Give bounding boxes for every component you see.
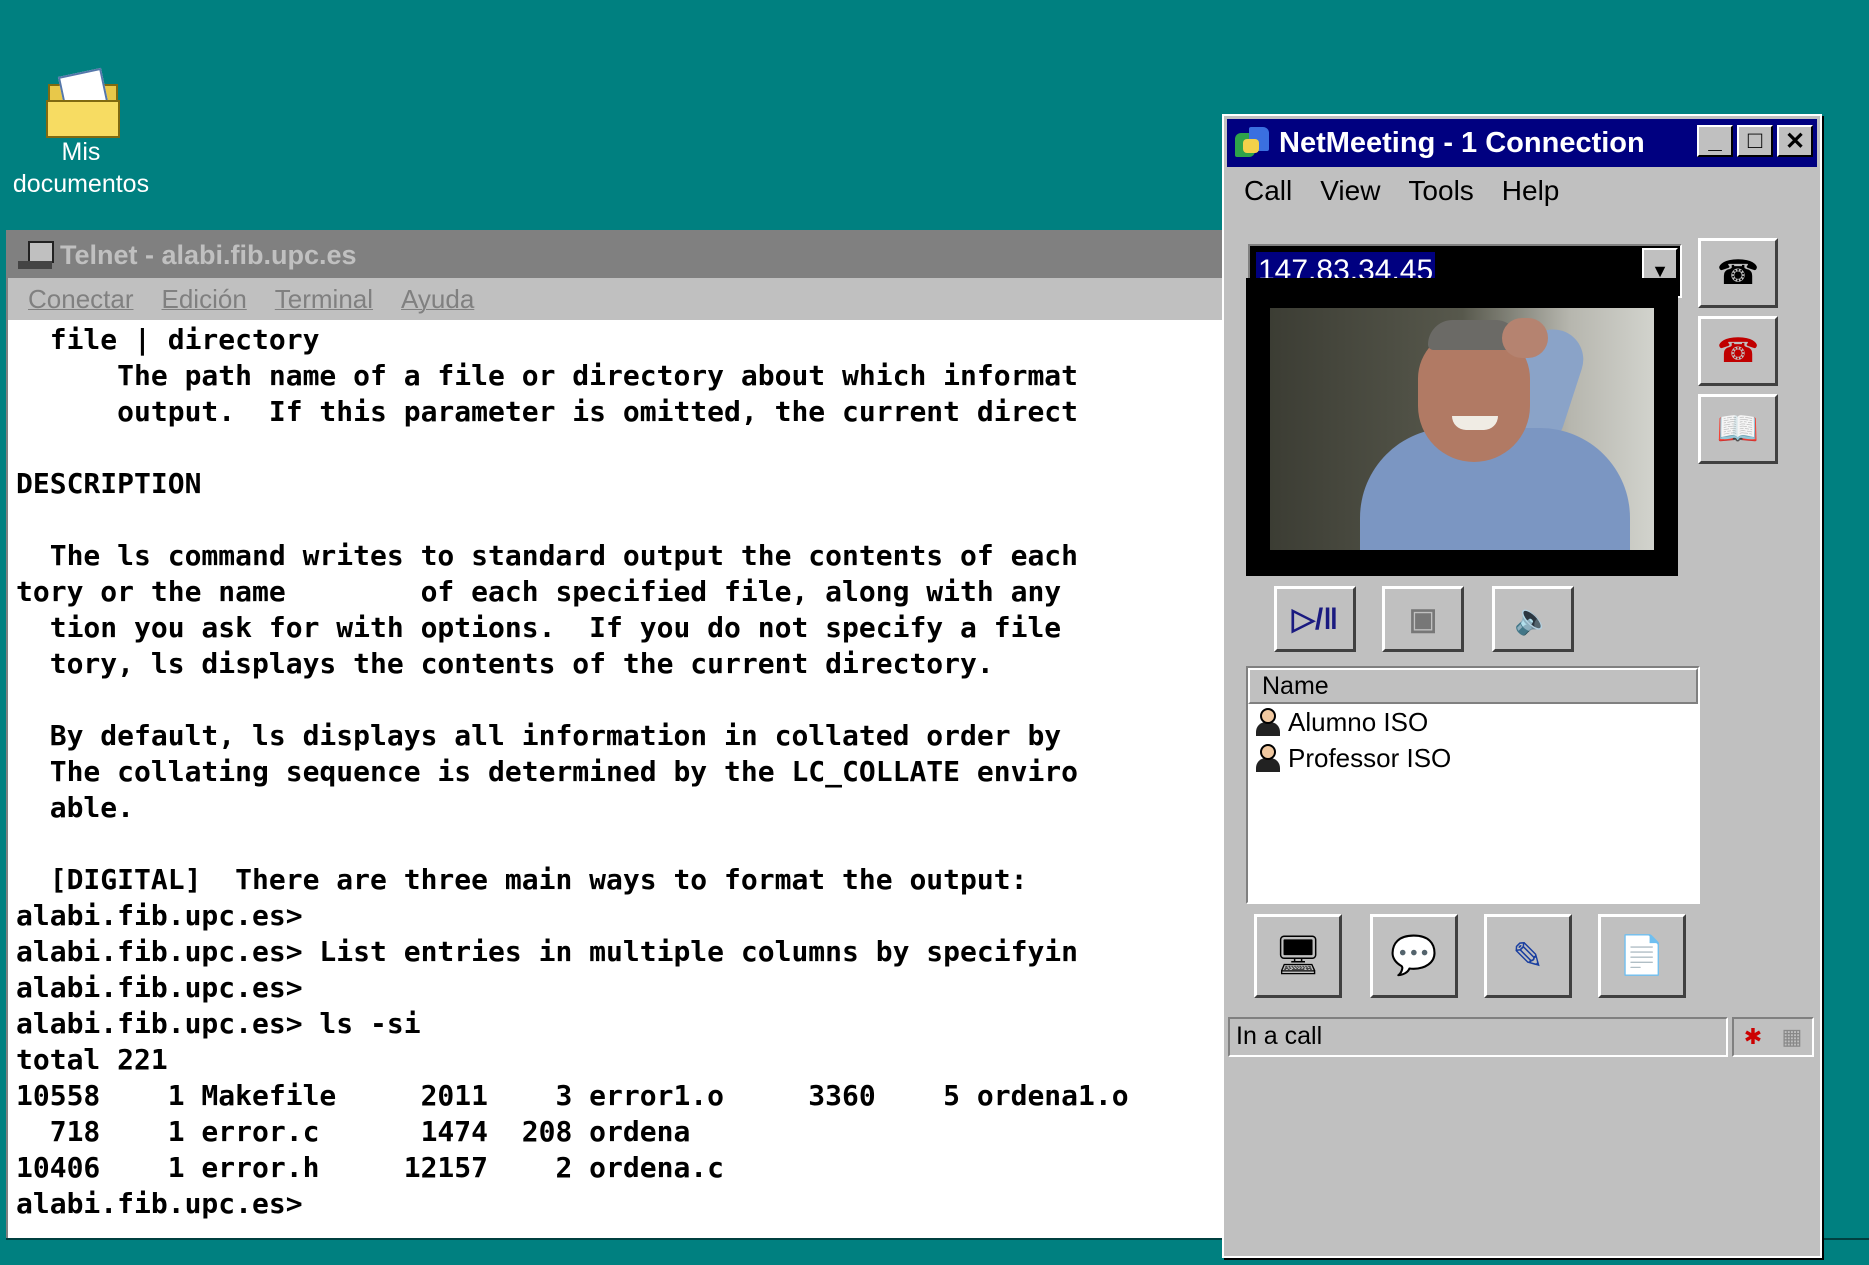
terminal-line: 718 1 error.c 1474 208 ordena xyxy=(16,1115,691,1148)
netmeeting-title-bar[interactable]: NetMeeting - 1 Connection _ □ ✕ xyxy=(1227,119,1817,167)
play-pause-icon: ▷/‖ xyxy=(1291,602,1339,636)
audio-tuning-button[interactable]: 🔈 xyxy=(1492,586,1574,652)
telnet-menu-conectar[interactable]: Conectar xyxy=(28,284,134,315)
desktop-icon-mis-documentos[interactable]: Mis documentos xyxy=(6,67,156,200)
terminal-line: DESCRIPTION xyxy=(16,467,202,500)
terminal-line: alabi.fib.upc.es> xyxy=(16,1187,303,1220)
terminal-line: output. If this parameter is omitted, th… xyxy=(16,395,1079,428)
netmeeting-title: NetMeeting - 1 Connection xyxy=(1279,126,1645,159)
terminal-line: By default, ls displays all information … xyxy=(16,719,1062,752)
terminal-line: total 221 xyxy=(16,1043,168,1076)
list-item[interactable]: Alumno ISO xyxy=(1248,704,1698,740)
status-text: In a call xyxy=(1228,1017,1728,1057)
terminal-line: [DIGITAL] There are three main ways to f… xyxy=(16,863,1028,896)
terminal-line: 10558 1 Makefile 2011 3 error1.o 3360 5 … xyxy=(16,1079,1129,1112)
terminal-line: file | directory xyxy=(16,323,320,356)
terminal-line: 10406 1 error.h 12157 2 ordena.c xyxy=(16,1151,725,1184)
telnet-title-bar[interactable]: Telnet - alabi.fib.upc.es xyxy=(8,232,1248,278)
audio-tuning-icon: 🔈 xyxy=(1514,602,1552,636)
status-icons: ✱ ▦ xyxy=(1732,1017,1814,1057)
file-transfer-button[interactable]: 📄 xyxy=(1598,914,1686,998)
participant-name: Professor ISO xyxy=(1288,742,1452,773)
whiteboard-button[interactable]: ✎ xyxy=(1484,914,1572,998)
play-pause-button[interactable]: ▷/‖ xyxy=(1274,586,1356,652)
netmeeting-menubar: Call View Tools Help xyxy=(1224,170,1820,212)
phone-dial-icon: ☎ xyxy=(1716,254,1760,292)
terminal-line: alabi.fib.upc.es> List entries in multip… xyxy=(16,935,1079,968)
participant-list[interactable]: Name Alumno ISO Professor ISO xyxy=(1246,666,1700,904)
maximize-icon: □ xyxy=(1747,127,1763,154)
person-icon xyxy=(1256,744,1280,772)
end-call-button[interactable]: ☎ xyxy=(1698,316,1778,386)
chat-icon: 💬 xyxy=(1390,935,1438,977)
terminal-line: tory, ls displays the contents of the cu… xyxy=(16,647,994,680)
maximize-button[interactable]: □ xyxy=(1737,125,1773,157)
minimize-icon: _ xyxy=(1708,127,1722,154)
terminal-line: tory or the name of each specified file,… xyxy=(16,575,1062,608)
network-icon: ✱ xyxy=(1743,1024,1763,1049)
status-bar: In a call ✱ ▦ xyxy=(1228,1017,1814,1057)
file-transfer-icon: 📄 xyxy=(1618,935,1666,977)
hang-up-icon: ☎ xyxy=(1716,332,1760,370)
whiteboard-icon: ✎ xyxy=(1512,935,1544,978)
menu-help[interactable]: Help xyxy=(1502,175,1560,207)
connection-icon: ▦ xyxy=(1781,1024,1803,1049)
desktop-icon-label-line1: Mis xyxy=(61,138,101,166)
participant-name: Alumno ISO xyxy=(1288,706,1429,737)
telnet-menubar: Conectar Edición Terminal Ayuda xyxy=(8,278,1248,320)
picture-in-picture-icon: ▣ xyxy=(1408,602,1438,636)
terminal-line: The path name of a file or directory abo… xyxy=(16,359,1079,392)
folder-icon xyxy=(44,67,120,138)
telnet-menu-edicion[interactable]: Edición xyxy=(162,284,247,315)
terminal-line: The ls command writes to standard output… xyxy=(16,539,1079,572)
list-item[interactable]: Professor ISO xyxy=(1248,740,1698,776)
menu-tools[interactable]: Tools xyxy=(1408,175,1473,207)
telnet-title: Telnet - alabi.fib.upc.es xyxy=(60,239,357,270)
telnet-app-icon xyxy=(18,239,54,271)
terminal-line: tion you ask for with options. If you do… xyxy=(16,611,1062,644)
terminal-line: alabi.fib.upc.es> xyxy=(16,899,303,932)
video-window[interactable] xyxy=(1246,278,1678,576)
terminal-line: alabi.fib.upc.es> xyxy=(16,971,303,1004)
menu-call[interactable]: Call xyxy=(1244,175,1292,207)
netmeeting-window[interactable]: NetMeeting - 1 Connection _ □ ✕ Call Vie… xyxy=(1222,114,1822,1258)
share-program-button[interactable]: 🖥 xyxy=(1254,914,1342,998)
directory-button[interactable]: 📖 xyxy=(1698,394,1778,464)
close-button[interactable]: ✕ xyxy=(1777,125,1813,157)
menu-view[interactable]: View xyxy=(1320,175,1380,207)
share-program-icon: 🖥 xyxy=(1273,935,1323,977)
person-icon xyxy=(1256,708,1280,736)
desktop-icon-label-line2: documentos xyxy=(12,170,150,198)
address-book-icon: 📖 xyxy=(1716,410,1760,448)
terminal-line: able. xyxy=(16,791,135,824)
picture-in-picture-button[interactable]: ▣ xyxy=(1382,586,1464,652)
minimize-button[interactable]: _ xyxy=(1697,125,1733,157)
terminal-line: The collating sequence is determined by … xyxy=(16,755,1079,788)
telnet-menu-ayuda[interactable]: Ayuda xyxy=(401,284,474,315)
netmeeting-app-icon xyxy=(1235,127,1271,159)
close-icon: ✕ xyxy=(1784,127,1806,155)
telnet-menu-terminal[interactable]: Terminal xyxy=(275,284,373,315)
terminal-line: alabi.fib.upc.es> ls -si xyxy=(16,1007,421,1040)
chat-button[interactable]: 💬 xyxy=(1370,914,1458,998)
place-call-button[interactable]: ☎ xyxy=(1698,238,1778,308)
list-header-name[interactable]: Name xyxy=(1248,668,1698,704)
telnet-window[interactable]: Telnet - alabi.fib.upc.es Conectar Edici… xyxy=(6,230,1250,1244)
remote-video xyxy=(1270,308,1654,550)
terminal-output[interactable]: file | directory The path name of a file… xyxy=(8,320,1248,1222)
